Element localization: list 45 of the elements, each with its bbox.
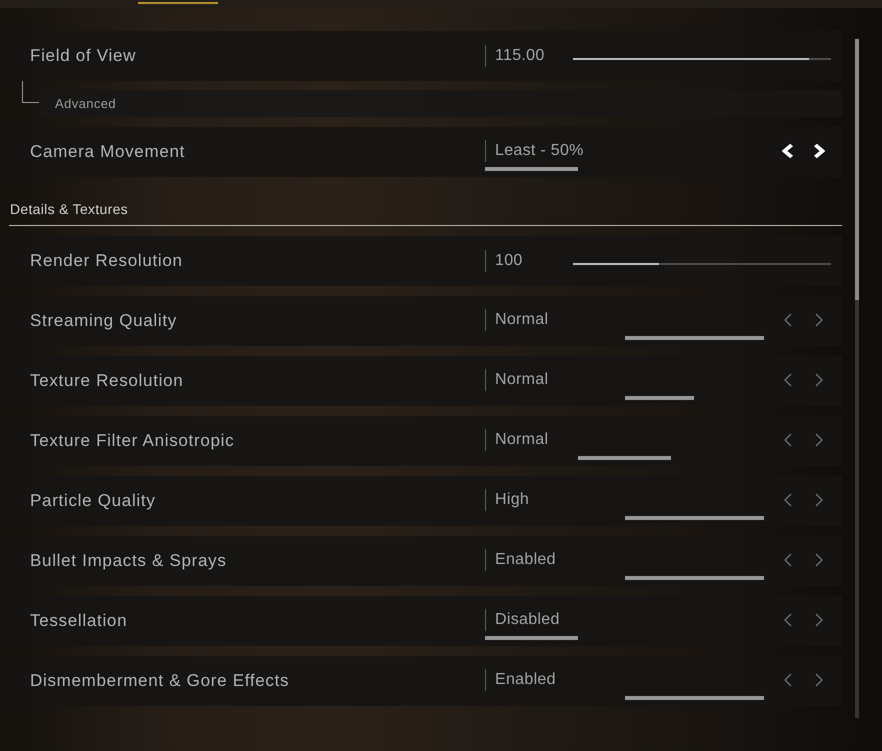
setting-label: Tessellation bbox=[29, 610, 128, 632]
chevron-right-icon bbox=[814, 612, 824, 628]
setting-label: Texture Resolution bbox=[29, 370, 184, 392]
setting-value: High bbox=[495, 490, 530, 510]
setting-label: Field of View bbox=[29, 45, 138, 67]
scrollbar-thumb[interactable] bbox=[855, 39, 859, 300]
chevron-right-icon bbox=[814, 432, 824, 448]
chevron-left-icon bbox=[782, 143, 794, 159]
setting-value: 100 bbox=[495, 251, 524, 271]
chevron-left-icon bbox=[783, 312, 793, 328]
chevron-right-icon bbox=[814, 552, 824, 568]
setting-label: Camera Movement bbox=[29, 141, 186, 163]
setting-value: Disabled bbox=[495, 610, 560, 630]
chevron-left-icon bbox=[783, 552, 793, 568]
chevron-right-icon bbox=[814, 672, 824, 688]
setting-label: Streaming Quality bbox=[29, 310, 178, 332]
chevron-right-icon bbox=[814, 372, 824, 388]
setting-row[interactable]: Render Resolution 100 bbox=[9, 236, 842, 286]
setting-label: Render Resolution bbox=[29, 250, 184, 272]
previous-button[interactable] bbox=[782, 143, 794, 159]
chevron-right-icon bbox=[814, 492, 824, 508]
chevron-left-icon bbox=[783, 372, 793, 388]
setting-value: 115.00 bbox=[495, 46, 546, 66]
chevron-left-icon bbox=[783, 492, 793, 508]
setting-value: Enabled bbox=[495, 670, 556, 690]
section-title: Details & Textures bbox=[9, 200, 129, 219]
chevron-right-icon bbox=[813, 143, 825, 159]
setting-value: Normal bbox=[495, 430, 548, 450]
setting-row[interactable]: Camera Movement Least - 50% bbox=[9, 127, 842, 177]
setting-value: Enabled bbox=[495, 550, 556, 570]
setting-label: Dismemberment & Gore Effects bbox=[29, 670, 290, 692]
setting-label: Bullet Impacts & Sprays bbox=[29, 550, 228, 572]
chevron-left-icon bbox=[783, 612, 793, 628]
setting-label: Texture Filter Anisotropic bbox=[29, 430, 236, 452]
setting-value: Normal bbox=[495, 310, 548, 330]
scrollbar[interactable] bbox=[855, 39, 859, 718]
setting-value: Normal bbox=[495, 370, 548, 390]
setting-row[interactable]: Field of View 115.00 bbox=[9, 31, 842, 81]
chevron-right-icon bbox=[814, 312, 824, 328]
chevron-left-icon bbox=[783, 432, 793, 448]
chevron-left-icon bbox=[783, 672, 793, 688]
setting-value: Least - 50% bbox=[495, 141, 584, 161]
next-button[interactable] bbox=[813, 143, 825, 159]
setting-label: Particle Quality bbox=[29, 490, 157, 512]
advanced-button[interactable]: Advanced bbox=[39, 90, 842, 117]
